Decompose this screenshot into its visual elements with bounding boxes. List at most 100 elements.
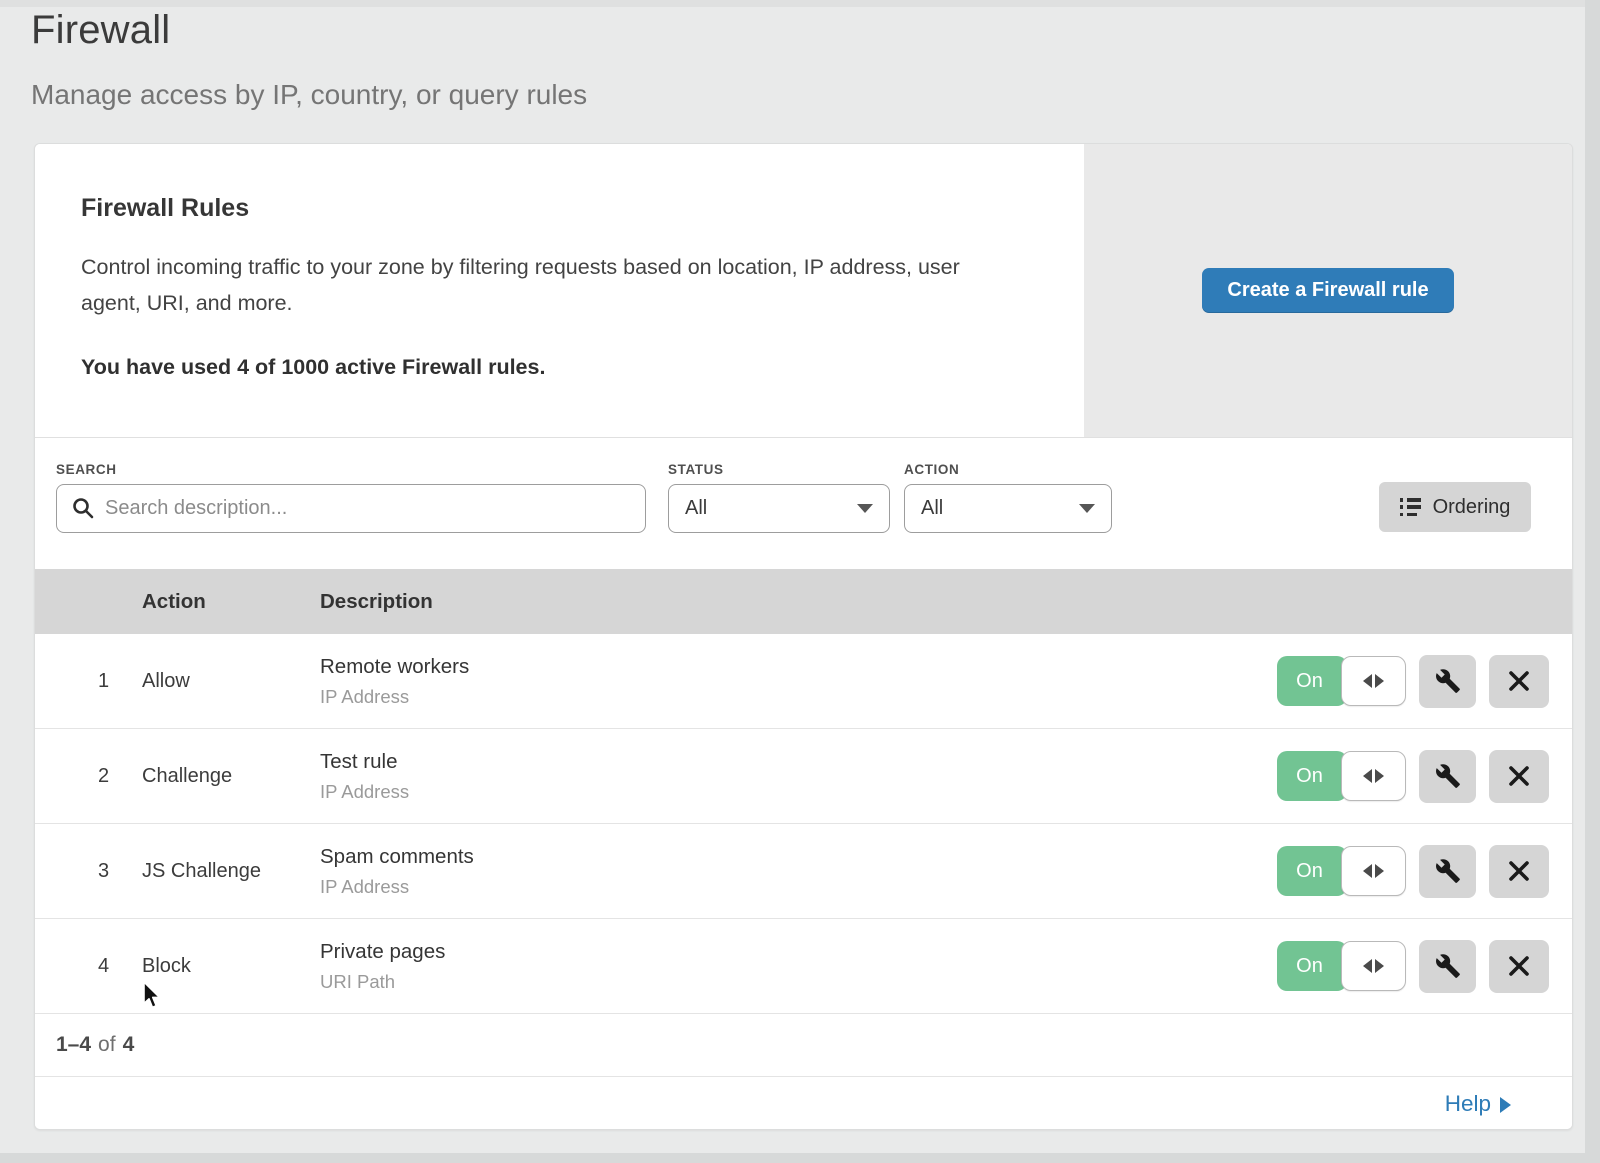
rules-usage-text: You have used 4 of 1000 active Firewall … bbox=[81, 355, 1024, 380]
ordering-button-label: Ordering bbox=[1433, 496, 1511, 519]
action-select[interactable]: All bbox=[904, 484, 1112, 533]
chevron-down-icon bbox=[857, 504, 873, 513]
delete-rule-button[interactable] bbox=[1489, 940, 1549, 993]
status-selected-value: All bbox=[685, 497, 707, 520]
delete-rule-button[interactable] bbox=[1489, 750, 1549, 803]
table-row: 1 Allow Remote workers IP Address On bbox=[35, 634, 1572, 729]
rule-action: Challenge bbox=[142, 765, 320, 788]
chevron-down-icon bbox=[1079, 504, 1095, 513]
action-selected-value: All bbox=[921, 497, 943, 520]
toggle-handle[interactable] bbox=[1341, 846, 1406, 896]
arrow-left-icon bbox=[1363, 864, 1372, 878]
window-edge-right bbox=[1585, 0, 1600, 1163]
intro-cta-area: Create a Firewall rule bbox=[1084, 144, 1572, 437]
close-icon bbox=[1508, 955, 1530, 977]
column-action: Action bbox=[142, 590, 320, 614]
intro-text-block: Firewall Rules Control incoming traffic … bbox=[35, 144, 1084, 437]
edit-rule-button[interactable] bbox=[1419, 655, 1476, 708]
close-icon bbox=[1508, 860, 1530, 882]
rule-enabled-toggle[interactable]: On bbox=[1277, 846, 1406, 896]
rule-enabled-toggle[interactable]: On bbox=[1277, 751, 1406, 801]
firewall-rules-intro: Firewall Rules Control incoming traffic … bbox=[35, 144, 1572, 438]
arrow-left-icon bbox=[1363, 674, 1372, 688]
arrow-left-icon bbox=[1363, 959, 1372, 973]
filters-bar: SEARCH STATUS All ACTION All Ordering bbox=[35, 438, 1572, 569]
rule-description-title: Private pages bbox=[320, 940, 1277, 964]
rule-match-type: IP Address bbox=[320, 781, 1277, 803]
rule-priority: 3 bbox=[35, 860, 142, 883]
wrench-icon bbox=[1435, 763, 1461, 789]
rule-match-type: URI Path bbox=[320, 971, 1277, 993]
rule-match-type: IP Address bbox=[320, 686, 1277, 708]
rule-description: Test rule IP Address bbox=[320, 750, 1277, 803]
wrench-icon bbox=[1435, 668, 1461, 694]
delete-rule-button[interactable] bbox=[1489, 655, 1549, 708]
rule-action: Block bbox=[142, 955, 320, 978]
rule-priority: 2 bbox=[35, 765, 142, 788]
ordered-list-icon bbox=[1400, 498, 1422, 516]
delete-rule-button[interactable] bbox=[1489, 845, 1549, 898]
caret-right-icon bbox=[1500, 1097, 1511, 1113]
pagination-of: of bbox=[98, 1033, 116, 1057]
search-field-wrap bbox=[56, 484, 646, 533]
rule-enabled-toggle[interactable]: On bbox=[1277, 656, 1406, 706]
rule-controls: On bbox=[1277, 655, 1549, 708]
toggle-on-segment: On bbox=[1277, 846, 1347, 896]
close-icon bbox=[1508, 670, 1530, 692]
wrench-icon bbox=[1435, 953, 1461, 979]
intro-description: Control incoming traffic to your zone by… bbox=[81, 249, 1024, 321]
arrow-right-icon bbox=[1375, 959, 1384, 973]
pagination: 1–4 of 4 bbox=[35, 1014, 1572, 1076]
rule-description: Spam comments IP Address bbox=[320, 845, 1277, 898]
edit-rule-button[interactable] bbox=[1419, 845, 1476, 898]
help-link-label: Help bbox=[1445, 1091, 1491, 1117]
help-link[interactable]: Help bbox=[1445, 1091, 1511, 1117]
rule-match-type: IP Address bbox=[320, 876, 1277, 898]
rule-description-title: Test rule bbox=[320, 750, 1277, 774]
create-firewall-rule-button[interactable]: Create a Firewall rule bbox=[1202, 268, 1454, 313]
window-edge-bottom bbox=[0, 1153, 1600, 1163]
search-input[interactable] bbox=[56, 484, 646, 533]
arrow-right-icon bbox=[1375, 674, 1384, 688]
status-label: STATUS bbox=[668, 462, 724, 477]
rule-enabled-toggle[interactable]: On bbox=[1277, 941, 1406, 991]
rule-action: JS Challenge bbox=[142, 860, 320, 883]
close-icon bbox=[1508, 765, 1530, 787]
toggle-handle[interactable] bbox=[1341, 941, 1406, 991]
rule-action: Allow bbox=[142, 670, 320, 693]
arrow-right-icon bbox=[1375, 769, 1384, 783]
table-row: 4 Block Private pages URI Path On bbox=[35, 919, 1572, 1014]
rule-description-title: Spam comments bbox=[320, 845, 1277, 869]
toggle-on-segment: On bbox=[1277, 656, 1347, 706]
table-row: 3 JS Challenge Spam comments IP Address … bbox=[35, 824, 1572, 919]
intro-heading: Firewall Rules bbox=[81, 194, 1024, 223]
rule-description-title: Remote workers bbox=[320, 655, 1277, 679]
column-description: Description bbox=[320, 590, 1572, 614]
search-icon bbox=[71, 496, 95, 520]
rule-controls: On bbox=[1277, 940, 1549, 993]
wrench-icon bbox=[1435, 858, 1461, 884]
rule-priority: 1 bbox=[35, 670, 142, 693]
rule-controls: On bbox=[1277, 845, 1549, 898]
status-select[interactable]: All bbox=[668, 484, 890, 533]
rule-description: Remote workers IP Address bbox=[320, 655, 1277, 708]
edit-rule-button[interactable] bbox=[1419, 750, 1476, 803]
toggle-on-segment: On bbox=[1277, 941, 1347, 991]
page-header: Firewall Manage access by IP, country, o… bbox=[31, 8, 587, 111]
window-edge-top bbox=[0, 0, 1600, 7]
action-label: ACTION bbox=[904, 462, 959, 477]
arrow-left-icon bbox=[1363, 769, 1372, 783]
toggle-handle[interactable] bbox=[1341, 656, 1406, 706]
arrow-right-icon bbox=[1375, 864, 1384, 878]
edit-rule-button[interactable] bbox=[1419, 940, 1476, 993]
ordering-button[interactable]: Ordering bbox=[1379, 482, 1531, 532]
page-subtitle: Manage access by IP, country, or query r… bbox=[31, 79, 587, 111]
rule-description: Private pages URI Path bbox=[320, 940, 1277, 993]
toggle-on-segment: On bbox=[1277, 751, 1347, 801]
firewall-panel: Firewall Rules Control incoming traffic … bbox=[34, 143, 1573, 1130]
page-title: Firewall bbox=[31, 8, 587, 53]
toggle-handle[interactable] bbox=[1341, 751, 1406, 801]
table-row: 2 Challenge Test rule IP Address On bbox=[35, 729, 1572, 824]
rule-controls: On bbox=[1277, 750, 1549, 803]
rule-priority: 4 bbox=[35, 955, 142, 978]
